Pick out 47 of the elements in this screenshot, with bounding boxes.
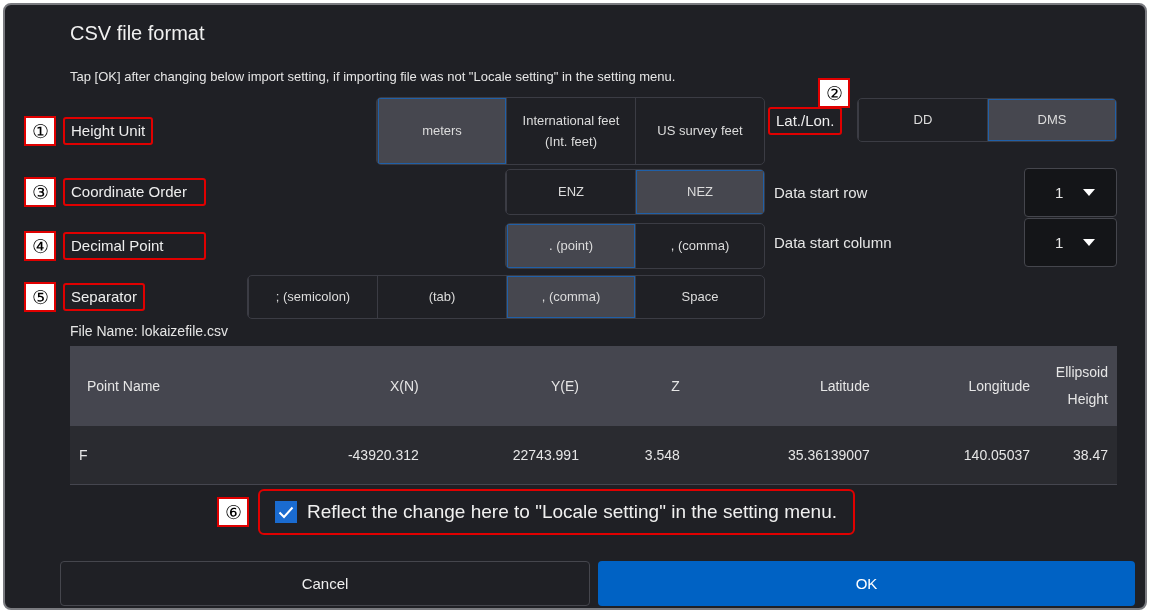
callout-number: ① <box>24 116 56 146</box>
table-cell: 140.05037 <box>878 426 1039 485</box>
ok-button[interactable]: OK <box>598 561 1135 606</box>
column-header: Longitude <box>878 346 1039 426</box>
caret-icon <box>1083 189 1096 196</box>
dialog-title: CSV file format <box>70 21 205 46</box>
segment-option[interactable]: ; (semicolon) <box>248 276 377 318</box>
instruction-text: Tap [OK] after changing below import setting, if importing file was not "Locale setting" in the setting menu. <box>70 69 676 85</box>
segment-option[interactable]: US survey feet <box>635 98 764 164</box>
dropdown[interactable]: 1 <box>1024 168 1117 217</box>
checkbox-label: Reflect the change here to "Locale setting" in the setting menu. <box>307 501 837 523</box>
setting-label: Height Unit <box>63 117 154 145</box>
caret-icon <box>1083 239 1096 246</box>
setting-label: Coordinate Order <box>63 178 206 206</box>
segment-option[interactable]: , (comma) <box>506 276 635 318</box>
column-header: Latitude <box>688 346 879 426</box>
setting-label: Decimal Point <box>63 232 206 260</box>
setting-label: Separator <box>63 283 145 311</box>
setting-label: Data start column <box>774 234 892 251</box>
table-cell: 38.47 <box>1039 426 1117 485</box>
setting-label: Data start row <box>774 184 868 201</box>
callout-number: ② <box>818 78 851 108</box>
column-header: Y(E) <box>427 346 588 426</box>
segment-option[interactable]: International feet (Int. feet) <box>506 98 635 164</box>
callout-number: ⑥ <box>217 497 249 527</box>
callout-number: ⑤ <box>24 282 56 312</box>
segment-option[interactable]: . (point) <box>506 224 635 268</box>
table-cell: 3.548 <box>587 426 689 485</box>
segment-option[interactable]: DMS <box>987 99 1116 141</box>
column-header: Point Name <box>70 346 259 426</box>
cancel-button[interactable]: Cancel <box>60 561 590 606</box>
column-header: Ellipsoid Height <box>1039 346 1117 426</box>
callout-number: ③ <box>24 177 56 207</box>
checkbox[interactable] <box>275 501 297 523</box>
dropdown[interactable]: 1 <box>1024 218 1117 267</box>
column-header: Z <box>587 346 689 426</box>
table-cell: 35.36139007 <box>688 426 879 485</box>
file-name: File Name: lokaizefile.csv <box>70 323 228 339</box>
segment-option[interactable]: meters <box>377 98 506 164</box>
table-cell: 22743.991 <box>427 426 588 485</box>
callout-number: ④ <box>24 231 56 261</box>
segment-option[interactable]: , (comma) <box>635 224 764 268</box>
table-cell: F <box>70 426 259 485</box>
segment-option[interactable]: Space <box>635 276 764 318</box>
column-header: X(N) <box>258 346 428 426</box>
segment-option[interactable]: NEZ <box>635 170 764 214</box>
table-cell: -43920.312 <box>258 426 428 485</box>
